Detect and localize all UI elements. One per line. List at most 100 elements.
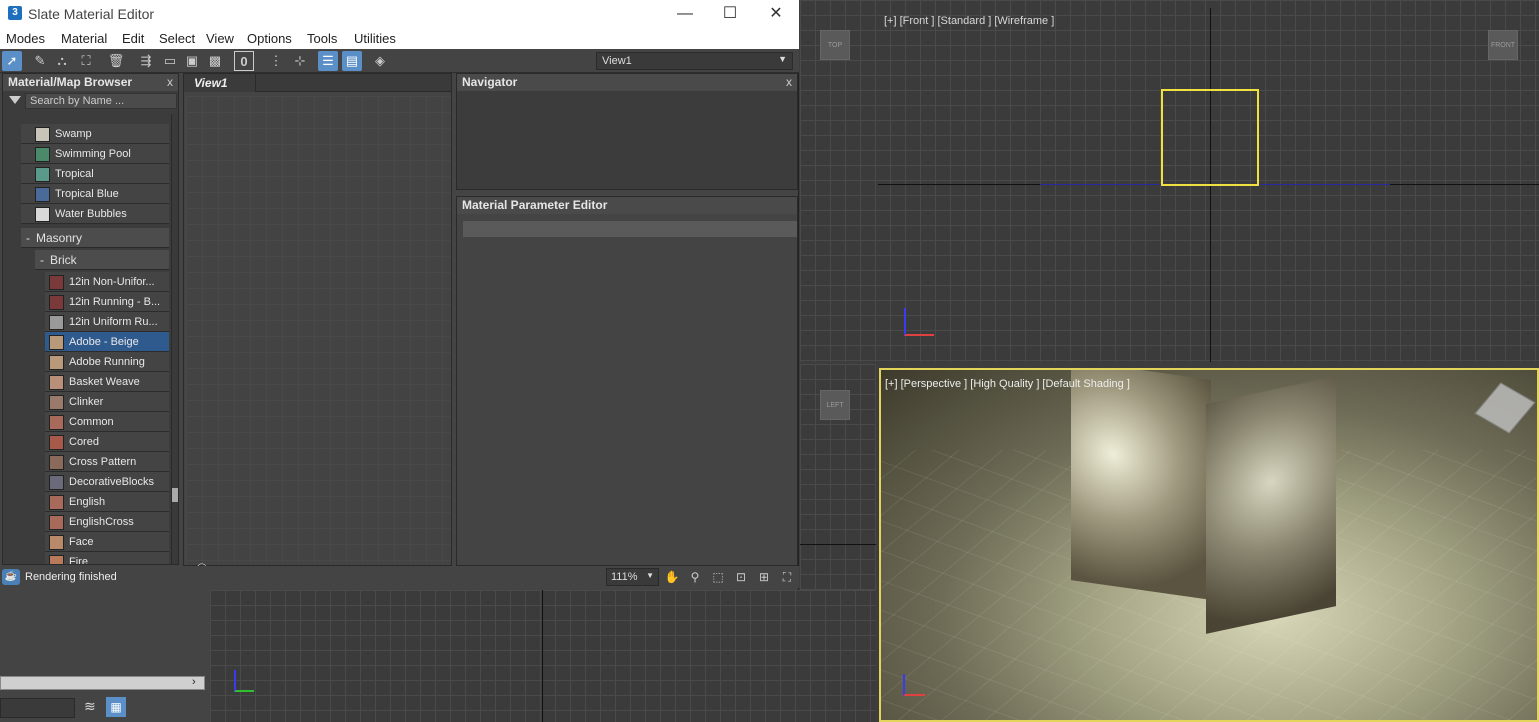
menu-utilities[interactable]: Utilities bbox=[354, 31, 396, 46]
search-row: Search by Name ... bbox=[3, 91, 178, 111]
menu-material[interactable]: Material bbox=[61, 31, 107, 46]
minimize-button[interactable]: — bbox=[662, 0, 708, 27]
collapse-toggle-icon[interactable]: - bbox=[26, 231, 30, 245]
list-item[interactable]: Adobe Running bbox=[45, 352, 169, 372]
list-item-label: 12in Non-Unifor... bbox=[69, 276, 155, 288]
scrollbar-thumb[interactable] bbox=[172, 488, 178, 502]
material-swatch-icon bbox=[49, 375, 64, 390]
layout-vertical-icon[interactable]: ⋮ bbox=[266, 51, 286, 71]
menu-modes[interactable]: Modes bbox=[6, 31, 45, 46]
timeline-area: › ≋ ▦ bbox=[0, 590, 210, 722]
perspective-viewcube[interactable] bbox=[1474, 382, 1536, 434]
options-triangle-icon[interactable] bbox=[9, 96, 21, 104]
list-item[interactable]: 12in Non-Unifor... bbox=[45, 272, 169, 292]
menu-select[interactable]: Select bbox=[159, 31, 195, 46]
zoom-extents-icon[interactable]: ⊡ bbox=[733, 570, 749, 584]
list-item[interactable]: English bbox=[45, 492, 169, 512]
material-swatch-icon bbox=[49, 555, 64, 564]
front-viewport[interactable]: [+] [Front ] [Standard ] [Wireframe ] TO… bbox=[800, 0, 1539, 362]
menu-edit[interactable]: Edit bbox=[122, 31, 144, 46]
list-item[interactable]: Water Bubbles bbox=[21, 204, 169, 224]
list-item[interactable]: Adobe - Beige bbox=[45, 332, 169, 352]
title-bar[interactable]: 3 Slate Material Editor — ☐ ✕ bbox=[0, 0, 799, 27]
list-item[interactable]: Face bbox=[45, 532, 169, 552]
pan-icon[interactable]: ✋ bbox=[664, 570, 680, 584]
list-item[interactable]: Tropical bbox=[21, 164, 169, 184]
scene-explorer-icon[interactable]: ▦ bbox=[106, 697, 126, 717]
list-item[interactable]: Basket Weave bbox=[45, 372, 169, 392]
perspective-viewport[interactable]: [+] [Perspective ] [High Quality ] [Defa… bbox=[879, 368, 1539, 722]
zoom-region-icon[interactable]: ⬚ bbox=[710, 570, 726, 584]
group-masonry[interactable]: - Masonry bbox=[21, 228, 169, 248]
selected-box-outline[interactable] bbox=[1161, 89, 1259, 186]
material-swatch-icon bbox=[49, 295, 64, 310]
select-tool-icon[interactable]: ➚ bbox=[2, 51, 22, 71]
list-item-label: English bbox=[69, 496, 106, 508]
browser-scrollbar[interactable] bbox=[171, 114, 178, 564]
status-message: Rendering finished bbox=[25, 571, 117, 583]
param-editor-name-field[interactable] bbox=[463, 221, 797, 237]
list-item[interactable]: Swimming Pool bbox=[21, 144, 169, 164]
select-by-material-icon[interactable]: ◈ bbox=[370, 51, 390, 71]
search-input[interactable]: Search by Name ... bbox=[25, 93, 177, 109]
list-item[interactable]: 12in Running - B... bbox=[45, 292, 169, 312]
list-item[interactable]: Clinker bbox=[45, 392, 169, 412]
background-icon[interactable]: ▩ bbox=[205, 51, 225, 71]
textured-cube-side[interactable] bbox=[1206, 376, 1336, 634]
top-viewcube[interactable]: TOP bbox=[820, 30, 850, 60]
node-view-canvas[interactable]: ⚇ bbox=[186, 96, 450, 576]
menu-options[interactable]: Options bbox=[247, 31, 292, 46]
move-children-icon[interactable]: ⇶ bbox=[136, 51, 156, 71]
list-item[interactable]: Cored bbox=[45, 432, 169, 452]
layer-dropdown[interactable] bbox=[0, 698, 75, 718]
put-to-scene-icon[interactable]: ⛬ bbox=[52, 51, 72, 71]
maximize-button[interactable]: ☐ bbox=[707, 0, 753, 27]
list-item[interactable]: 12in Uniform Ru... bbox=[45, 312, 169, 332]
view-select-dropdown[interactable]: View1 ▼ bbox=[596, 52, 793, 70]
time-slider[interactable] bbox=[0, 676, 205, 690]
group-brick[interactable]: - Brick bbox=[35, 250, 169, 270]
delete-icon[interactable]: 🗑 bbox=[106, 51, 126, 71]
zoom-dropdown[interactable]: 111% ▼ bbox=[606, 568, 659, 586]
tab-view1[interactable]: View1 bbox=[184, 74, 256, 92]
front-viewcube[interactable]: FRONT bbox=[1488, 30, 1518, 60]
left-viewcube[interactable]: LEFT bbox=[820, 390, 850, 420]
list-item[interactable]: EnglishCross bbox=[45, 512, 169, 532]
menu-view[interactable]: View bbox=[206, 31, 234, 46]
layers-icon[interactable]: ≋ bbox=[84, 698, 102, 718]
collapse-toggle-icon[interactable]: - bbox=[40, 253, 44, 267]
zoom-extents-selected-icon[interactable]: ⊞ bbox=[756, 570, 772, 584]
show-map-icon[interactable]: ▣ bbox=[182, 51, 202, 71]
perspective-viewport-label[interactable]: [+] [Perspective ] [High Quality ] [Defa… bbox=[885, 378, 1130, 390]
textured-cube-front[interactable] bbox=[1071, 370, 1211, 600]
list-item[interactable]: DecorativeBlocks bbox=[45, 472, 169, 492]
parameter-editor-toggle-icon[interactable]: ▤ bbox=[342, 51, 362, 71]
time-slider-arrow-icon[interactable]: › bbox=[192, 676, 204, 690]
close-button[interactable]: ✕ bbox=[753, 0, 799, 27]
list-item[interactable]: Fire bbox=[45, 552, 169, 564]
hide-unused-icon[interactable]: ▭ bbox=[160, 51, 180, 71]
pan-to-selected-icon[interactable]: ⛶ bbox=[779, 570, 795, 584]
zero-icon[interactable]: 0 bbox=[234, 51, 254, 71]
list-item[interactable]: Tropical Blue bbox=[21, 184, 169, 204]
layout-children-icon[interactable]: ⊹ bbox=[290, 51, 310, 71]
navigator-close-icon[interactable]: x bbox=[786, 75, 792, 89]
assign-material-icon[interactable]: ⛶ bbox=[76, 51, 96, 71]
chevron-down-icon: ▼ bbox=[778, 54, 787, 64]
list-item[interactable]: Swamp bbox=[21, 124, 169, 144]
material-parameter-editor: Material Parameter Editor bbox=[456, 196, 798, 566]
material-browser-toggle-icon[interactable]: ☰ bbox=[318, 51, 338, 71]
list-item[interactable]: Cross Pattern bbox=[45, 452, 169, 472]
zoom-icon[interactable]: ⚲ bbox=[687, 570, 703, 584]
eyedropper-icon[interactable]: ✎ bbox=[30, 51, 50, 71]
navigator-header: Navigator x bbox=[457, 74, 797, 91]
browser-close-icon[interactable]: x bbox=[167, 75, 173, 89]
material-swatch-icon bbox=[49, 415, 64, 430]
menu-tools[interactable]: Tools bbox=[307, 31, 337, 46]
list-item[interactable]: Common bbox=[45, 412, 169, 432]
bottom-viewport[interactable] bbox=[210, 590, 876, 722]
browser-tree: Swamp Swimming Pool Tropical Tropical Blue W… bbox=[3, 114, 169, 564]
view-panel: View1 ⚇ bbox=[183, 73, 452, 576]
front-viewport-label[interactable]: [+] [Front ] [Standard ] [Wireframe ] bbox=[884, 15, 1054, 27]
front-axis-gizmo bbox=[904, 308, 934, 336]
